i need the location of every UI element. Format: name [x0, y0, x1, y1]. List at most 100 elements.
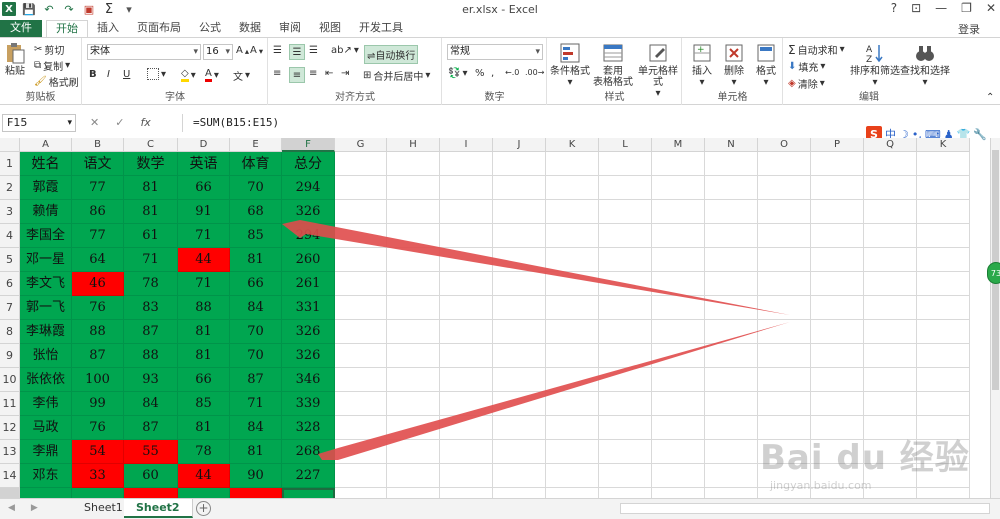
align-top-button[interactable]: ☰ [273, 45, 282, 56]
data-cell[interactable]: 44 [178, 464, 230, 488]
empty-cell[interactable] [917, 272, 970, 296]
empty-cell[interactable] [652, 200, 705, 224]
data-cell[interactable]: 赖倩 [20, 200, 72, 224]
empty-cell[interactable] [387, 176, 440, 200]
empty-cell[interactable] [599, 488, 652, 498]
empty-cell[interactable] [440, 152, 493, 176]
data-cell[interactable]: 61 [124, 224, 178, 248]
data-cell[interactable]: 81 [230, 248, 282, 272]
name-box[interactable]: F15 [2, 114, 76, 132]
empty-cell[interactable] [758, 368, 811, 392]
tab-view[interactable]: 视图 [310, 20, 350, 37]
row-header[interactable]: 3 [0, 200, 20, 224]
data-cell[interactable]: 44 [178, 248, 230, 272]
empty-cell[interactable] [599, 416, 652, 440]
tab-file[interactable]: 文件 [0, 20, 42, 37]
empty-cell[interactable] [652, 320, 705, 344]
align-center-button[interactable]: ≡ [289, 67, 305, 83]
column-header[interactable]: K [546, 138, 599, 152]
empty-cell[interactable] [546, 464, 599, 488]
tab-insert[interactable]: 插入 [88, 20, 128, 37]
empty-cell[interactable] [546, 320, 599, 344]
close-icon[interactable]: ✕ [986, 1, 996, 15]
empty-cell[interactable] [705, 440, 758, 464]
empty-cell[interactable] [599, 368, 652, 392]
paste-button[interactable]: 粘贴 [4, 42, 26, 77]
vertical-scrollbar[interactable] [990, 138, 1000, 498]
empty-cell[interactable] [335, 368, 387, 392]
header-cell[interactable]: 语文 [72, 152, 124, 176]
empty-cell[interactable] [758, 320, 811, 344]
empty-cell[interactable] [440, 200, 493, 224]
restore-icon[interactable]: ❐ [961, 1, 972, 15]
empty-cell[interactable] [493, 320, 546, 344]
empty-cell[interactable] [864, 368, 917, 392]
data-cell[interactable]: 339 [282, 392, 335, 416]
empty-cell[interactable] [546, 296, 599, 320]
empty-cell[interactable] [811, 200, 864, 224]
empty-cell[interactable] [917, 368, 970, 392]
empty-cell[interactable] [335, 152, 387, 176]
data-cell[interactable]: 99 [72, 392, 124, 416]
data-cell[interactable]: 66 [178, 176, 230, 200]
underline-button[interactable]: U [123, 69, 130, 80]
row-header[interactable] [0, 488, 20, 498]
data-cell[interactable]: 76 [72, 296, 124, 320]
empty-cell[interactable] [705, 272, 758, 296]
empty-cell[interactable] [335, 488, 387, 498]
empty-cell[interactable] [335, 464, 387, 488]
empty-cell[interactable] [387, 200, 440, 224]
data-cell[interactable]: 68 [230, 200, 282, 224]
data-cell[interactable]: 81 [124, 176, 178, 200]
conditional-format-button[interactable]: 条件格式 ▾ [550, 42, 590, 88]
data-cell[interactable]: 326 [282, 200, 335, 224]
empty-cell[interactable] [440, 464, 493, 488]
font-size-combo[interactable]: 16 [203, 44, 233, 60]
data-cell[interactable]: 346 [282, 368, 335, 392]
data-cell[interactable]: 84 [230, 296, 282, 320]
collapse-ribbon-button[interactable]: ⌃ [986, 92, 994, 103]
empty-cell[interactable] [705, 152, 758, 176]
empty-cell[interactable] [599, 296, 652, 320]
copy-button[interactable]: ⧉ 复制 ▾ [34, 58, 70, 73]
data-cell[interactable]: 84 [230, 416, 282, 440]
tab-review[interactable]: 审阅 [270, 20, 310, 37]
data-cell[interactable]: 88 [124, 344, 178, 368]
empty-cell[interactable] [864, 392, 917, 416]
data-cell[interactable]: 268 [282, 440, 335, 464]
format-painter-button[interactable]: 🖌 格式刷 [34, 74, 79, 89]
font-name-combo[interactable]: 宋体 [87, 44, 201, 60]
data-cell[interactable]: 76 [72, 416, 124, 440]
empty-cell[interactable] [335, 440, 387, 464]
format-cells-button[interactable]: 格式 ▾ [751, 42, 781, 88]
empty-cell[interactable] [599, 392, 652, 416]
data-cell[interactable]: 260 [282, 248, 335, 272]
data-cell[interactable]: 马政 [20, 416, 72, 440]
data-cell[interactable] [20, 488, 72, 498]
empty-cell[interactable] [440, 392, 493, 416]
column-header[interactable]: B [72, 138, 124, 152]
decrease-decimal-button[interactable]: .00→ [525, 68, 544, 77]
empty-cell[interactable] [493, 272, 546, 296]
row-header[interactable]: 12 [0, 416, 20, 440]
empty-cell[interactable] [811, 368, 864, 392]
data-cell[interactable]: 李鼎 [20, 440, 72, 464]
empty-cell[interactable] [387, 464, 440, 488]
data-cell[interactable] [124, 488, 178, 498]
empty-cell[interactable] [917, 248, 970, 272]
indent-increase-button[interactable]: ⇥ [341, 68, 349, 79]
empty-cell[interactable] [652, 368, 705, 392]
fill-button[interactable]: ⬇ 填充 ▾ [788, 59, 825, 74]
align-right-button[interactable]: ≡ [309, 68, 317, 79]
data-cell[interactable]: 83 [124, 296, 178, 320]
horizontal-scrollbar[interactable] [620, 503, 990, 514]
sheet-tab-sheet2[interactable]: Sheet2 [124, 499, 193, 518]
merge-center-button[interactable]: ⊞ 合并后居中 ▾ [363, 68, 430, 83]
cut-button[interactable]: ✂ 剪切 [34, 42, 64, 57]
data-cell[interactable]: 87 [124, 416, 178, 440]
empty-cell[interactable] [917, 200, 970, 224]
empty-cell[interactable] [652, 464, 705, 488]
border-button[interactable]: ▾ [147, 68, 166, 80]
empty-cell[interactable] [335, 176, 387, 200]
orientation-button[interactable]: ab↗ ▾ [331, 45, 359, 56]
